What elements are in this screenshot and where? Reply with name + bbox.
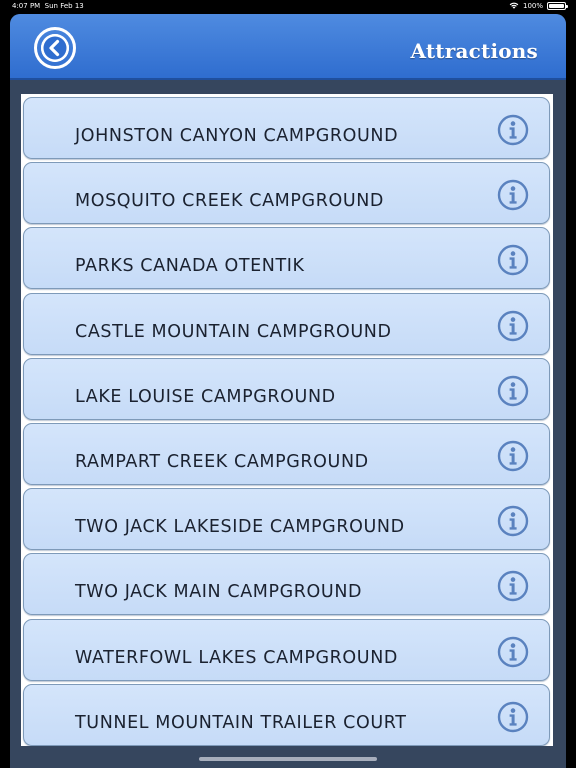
info-button[interactable] (497, 375, 529, 407)
info-icon (497, 245, 529, 276)
status-time-text: 4:07 PM (12, 2, 41, 10)
status-time: 4:07 PM Sun Feb 13 (12, 2, 84, 10)
info-icon (497, 571, 529, 602)
list-item[interactable]: RAMPART CREEK CAMPGROUND (23, 423, 550, 485)
list-item-label: MOSQUITO CREEK CAMPGROUND (75, 191, 384, 212)
battery-percent: 100% (522, 1, 543, 10)
info-icon (497, 440, 529, 472)
list-item[interactable]: TWO JACK MAIN CAMPGROUND (23, 553, 550, 616)
list-item[interactable]: WATERFOWL LAKES CAMPGROUND (23, 618, 550, 681)
battery-fill (549, 3, 564, 8)
list-item[interactable]: TWO JACK LAKESIDE CAMPGROUND (23, 488, 550, 551)
list-item-label: CASTLE MOUNTAIN CAMPGROUND (75, 321, 392, 342)
info-button[interactable] (497, 636, 529, 668)
info-icon (497, 505, 529, 537)
info-icon (497, 179, 529, 211)
list-item-label: TWO JACK LAKESIDE CAMPGROUND (75, 517, 405, 538)
info-button[interactable] (497, 505, 529, 537)
list-item[interactable]: TUNNEL MOUNTAIN TRAILER COURT (23, 683, 550, 746)
info-button[interactable] (497, 179, 529, 211)
list-item[interactable]: CASTLE MOUNTAIN CAMPGROUND (23, 292, 550, 355)
list-item-label: RAMPART CREEK CAMPGROUND (75, 452, 369, 472)
attractions-list-panel[interactable]: JOHNSTON CANYON CAMPGROUND MOSQUITO CREEK… (21, 94, 553, 746)
list-item[interactable]: MOSQUITO CREEK CAMPGROUND (23, 162, 550, 225)
list-item[interactable]: JOHNSTON CANYON CAMPGROUND (23, 97, 550, 159)
info-icon (497, 114, 529, 146)
navigation-bar: Attractions (10, 14, 566, 80)
info-icon (497, 375, 529, 406)
battery-icon (547, 1, 568, 10)
app-window: Attractions JOHNSTON CANYON CAMPGROUND MO… (10, 14, 566, 768)
info-button[interactable] (497, 440, 529, 472)
page-title: Attractions (410, 39, 538, 63)
list-item-label: JOHNSTON CANYON CAMPGROUND (75, 126, 399, 146)
info-button[interactable] (497, 310, 529, 342)
list-item[interactable]: PARKS CANADA OTENTIK (23, 227, 550, 290)
info-button[interactable] (497, 114, 529, 146)
status-bar: 4:07 PM Sun Feb 13 100% (0, 0, 576, 14)
info-button[interactable] (497, 244, 529, 276)
home-indicator[interactable] (199, 757, 377, 761)
info-icon (497, 701, 529, 732)
status-date-text: Sun Feb 13 (44, 2, 84, 10)
info-icon (497, 636, 529, 667)
wifi-icon (509, 2, 519, 9)
info-button[interactable] (497, 570, 529, 602)
list-item-label: TUNNEL MOUNTAIN TRAILER COURT (75, 712, 407, 733)
back-button[interactable] (34, 27, 76, 69)
status-indicators: 100% (509, 1, 568, 10)
info-button[interactable] (497, 701, 529, 733)
chevron-left-circle-icon (41, 34, 69, 62)
list-item-label: LAKE LOUISE CAMPGROUND (75, 386, 336, 407)
list-item-label: PARKS CANADA OTENTIK (75, 256, 305, 277)
list-item-label: WATERFOWL LAKES CAMPGROUND (75, 647, 398, 668)
list-item-label: TWO JACK MAIN CAMPGROUND (75, 582, 363, 603)
info-icon (497, 310, 529, 341)
list-item[interactable]: LAKE LOUISE CAMPGROUND (23, 357, 550, 420)
